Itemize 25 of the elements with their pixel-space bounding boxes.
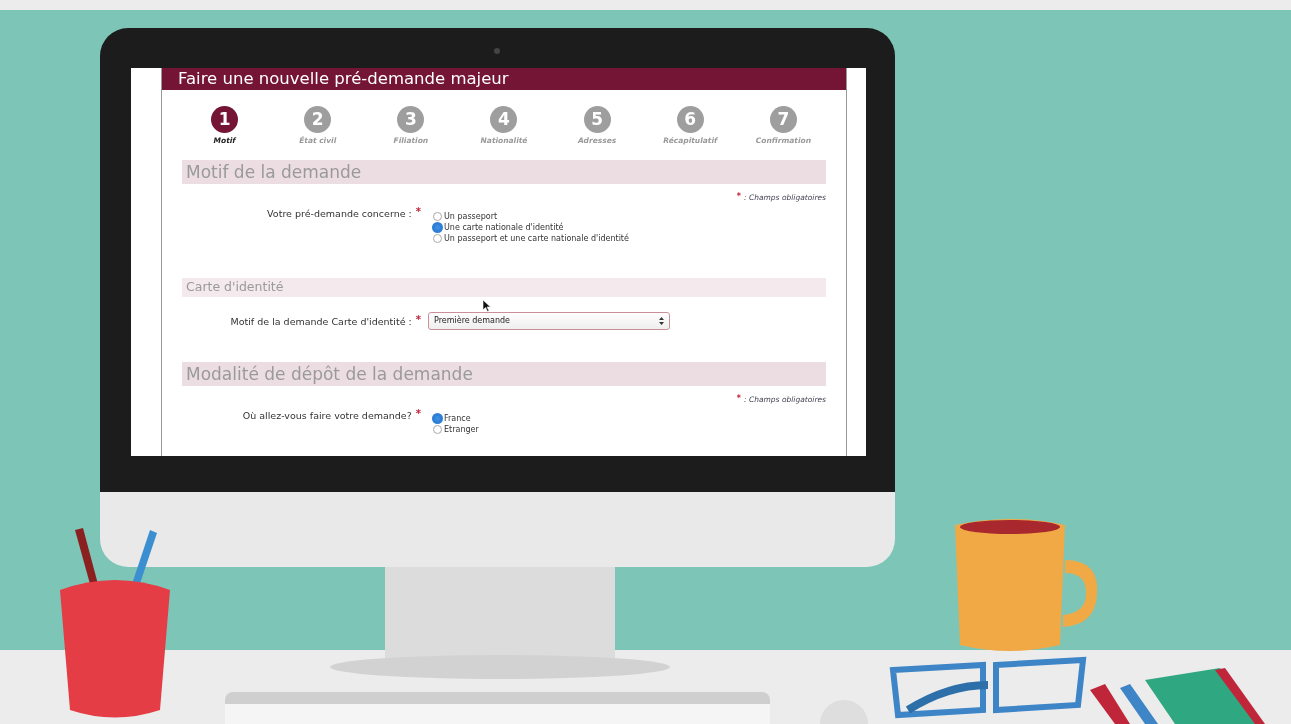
section-header: Motif de la demande [182, 160, 826, 185]
select-field[interactable]: Première demande [428, 312, 670, 331]
mouse-cursor-icon [483, 300, 491, 312]
radio-label: Une carte nationale d'identité [444, 221, 564, 234]
page-title: Faire une nouvelle pré-demande majeur [162, 68, 846, 90]
required-mark: * [415, 409, 421, 422]
radio-label: France [444, 412, 471, 425]
radio-label: Un passeport et une carte nationale d'identité [444, 232, 629, 245]
section-header: Modalité de dépôt de la demande [182, 362, 826, 387]
required-mark: * [415, 207, 421, 220]
section-header: Carte d'identité [182, 278, 826, 298]
required-mark: * [736, 393, 742, 406]
radio-button[interactable] [433, 234, 442, 244]
field-label: Où allez-vous faire votre demande? [242, 409, 412, 424]
required-mark: * [415, 314, 421, 327]
radio-label: Etranger [444, 423, 479, 436]
field-label: Votre pré-demande concerne : [267, 207, 412, 222]
radio-button[interactable] [433, 223, 442, 233]
radio-button[interactable] [433, 414, 442, 424]
required-mark: * [736, 191, 742, 204]
radio-button[interactable] [433, 425, 442, 435]
field-label: Motif de la demande Carte d'identité : [230, 314, 412, 329]
radio-button[interactable] [433, 212, 442, 222]
radio-label: Un passeport [444, 210, 498, 223]
updown-caret-icon [659, 317, 664, 326]
